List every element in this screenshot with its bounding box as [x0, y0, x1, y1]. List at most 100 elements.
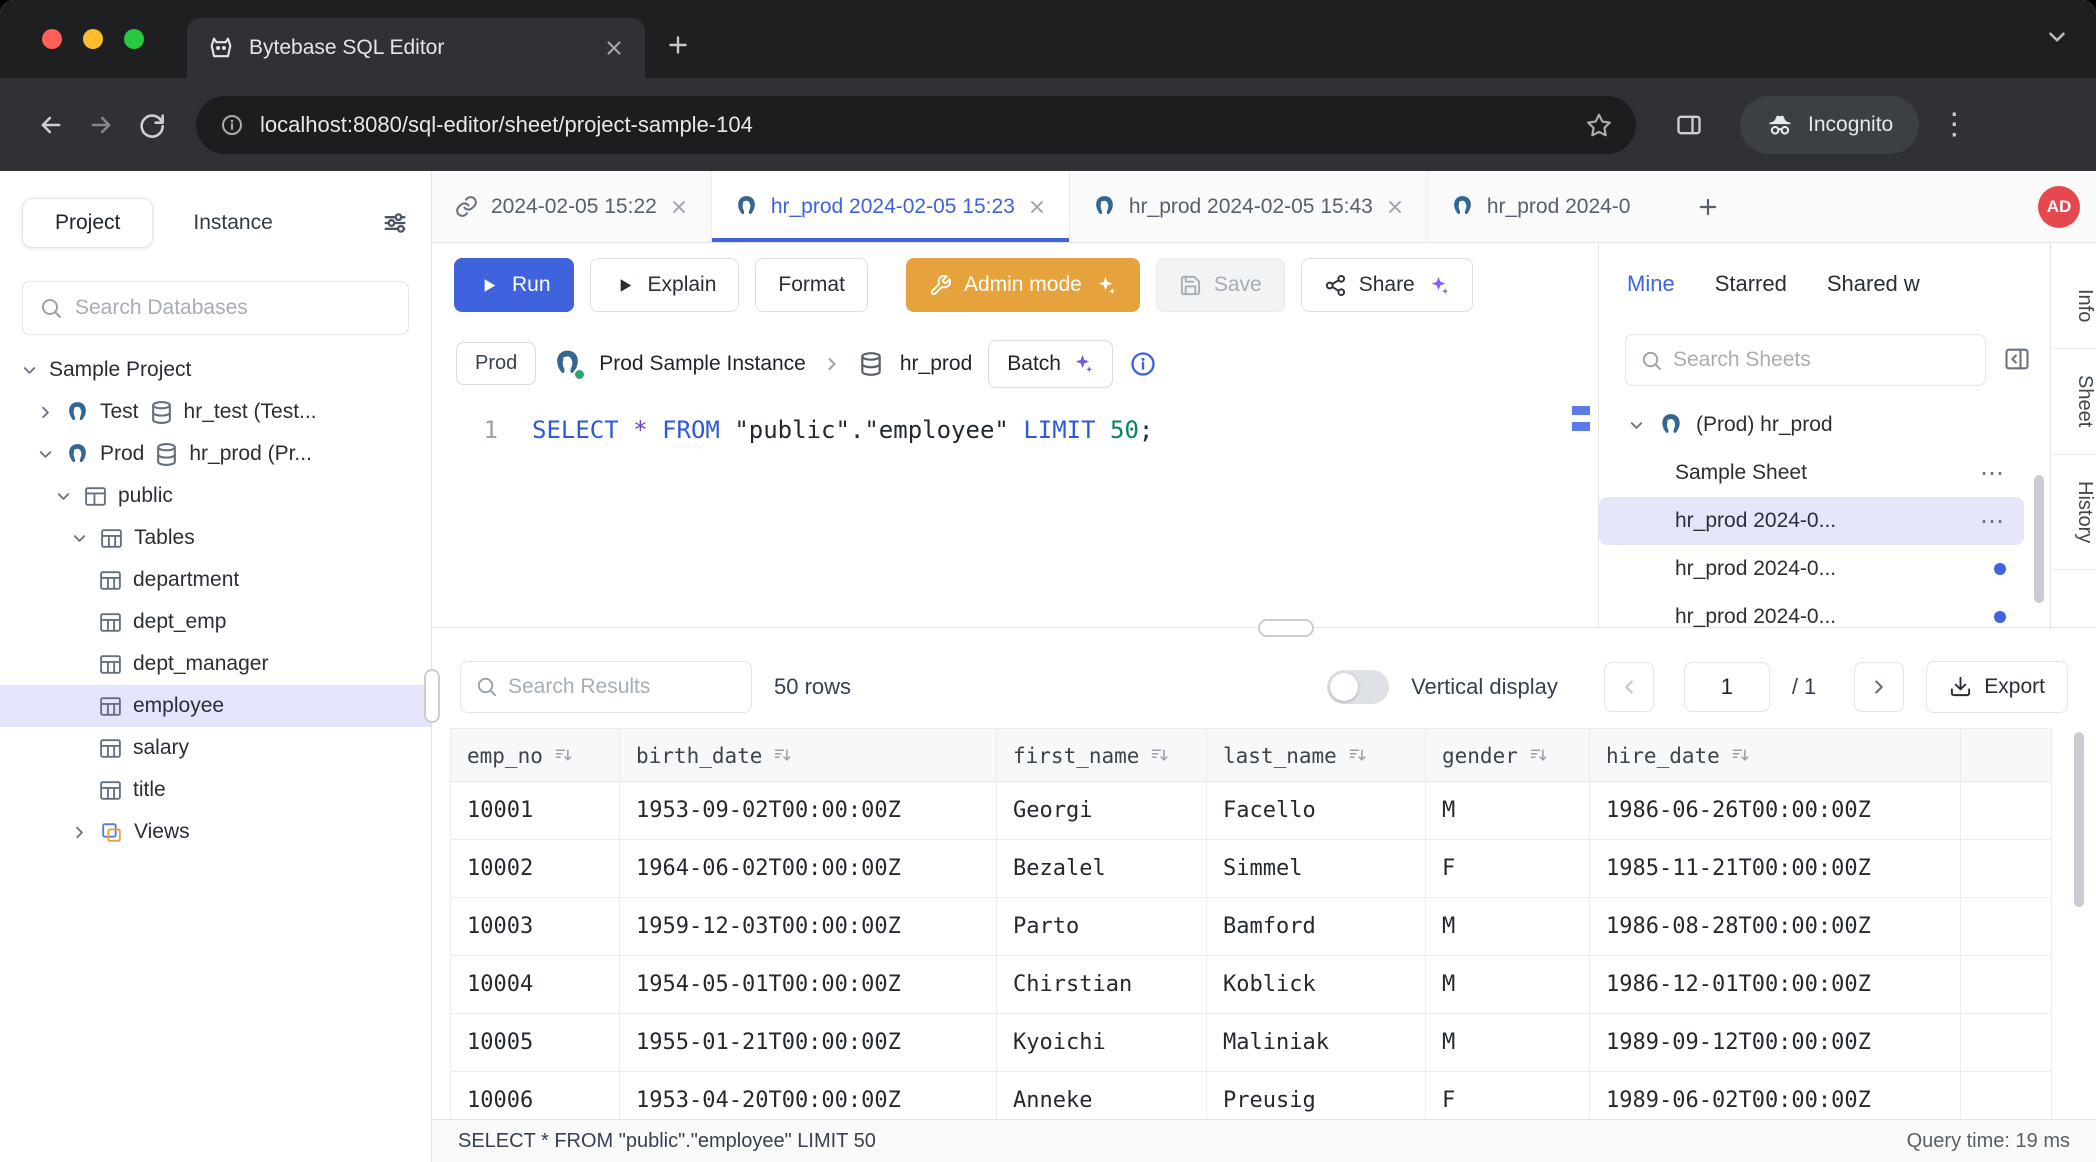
sheet-item[interactable]: Sample Sheet ⋯ [1599, 449, 2024, 497]
table-row[interactable]: 100041954-05-01T00:00:00ZChirstianKoblic… [451, 956, 2052, 1014]
connection-info-icon[interactable] [1129, 350, 1157, 378]
tree-item-table-dept-emp[interactable]: dept_emp [0, 601, 431, 643]
tree-item-schema-public[interactable]: public [0, 475, 431, 517]
tree-item-table-salary[interactable]: salary [0, 727, 431, 769]
back-button[interactable] [26, 100, 76, 150]
close-icon[interactable] [1385, 197, 1405, 217]
instance-name[interactable]: Prod Sample Instance [599, 352, 806, 376]
sheet-item-selected[interactable]: hr_prod 2024-0... ⋯ [1599, 497, 2024, 545]
search-databases-input[interactable] [75, 296, 392, 320]
tree-item-project[interactable]: Sample Project [0, 349, 431, 391]
tree-item-database-test[interactable]: Test hr_test (Test... [0, 391, 431, 433]
new-tab-button[interactable] [651, 18, 705, 72]
database-name[interactable]: hr_prod [900, 352, 972, 376]
page-number-input[interactable] [1684, 662, 1770, 712]
column-header[interactable]: hire_date [1590, 729, 1961, 782]
bookmark-star-icon[interactable] [1586, 112, 1612, 138]
sort-icon[interactable] [1730, 745, 1751, 766]
tree-item-table-employee[interactable]: employee [0, 685, 431, 727]
tree-item-table-department[interactable]: department [0, 559, 431, 601]
chevron-down-icon[interactable] [1627, 416, 1646, 435]
tab-search-chevron-icon[interactable] [2044, 24, 2070, 50]
collapse-panel-icon[interactable] [2002, 345, 2032, 375]
prev-page-button[interactable] [1604, 662, 1654, 712]
column-header[interactable]: emp_no [451, 729, 620, 782]
chevron-down-icon[interactable] [36, 445, 55, 464]
format-button[interactable]: Format [755, 258, 868, 312]
run-button[interactable]: Run [454, 258, 574, 312]
sort-icon[interactable] [1347, 745, 1368, 766]
sheet-item[interactable]: hr_prod 2024-0... [1599, 545, 2024, 593]
window-minimize-button[interactable] [83, 29, 103, 49]
browser-tab-close-icon[interactable] [603, 37, 625, 59]
sort-icon[interactable] [772, 745, 793, 766]
sidebar-resize-handle[interactable] [424, 669, 440, 723]
table-row[interactable]: 100021964-06-02T00:00:00ZBezalelSimmelF1… [451, 840, 2052, 898]
sheet-group-row[interactable]: (Prod) hr_prod [1599, 401, 2024, 449]
share-button[interactable]: Share [1301, 258, 1473, 312]
reload-button[interactable] [126, 100, 176, 150]
batch-button[interactable]: Batch [988, 340, 1113, 388]
column-header[interactable]: last_name [1207, 729, 1426, 782]
rail-tab-info[interactable]: Info [2051, 263, 2096, 349]
chevron-down-icon[interactable] [20, 361, 39, 380]
results-resize-handle[interactable] [1258, 619, 1314, 637]
more-actions-icon[interactable]: ⋯ [1980, 459, 2006, 488]
vertical-display-toggle[interactable] [1327, 670, 1389, 704]
tab-mine[interactable]: Mine [1627, 271, 1675, 297]
column-header[interactable]: first_name [997, 729, 1207, 782]
more-actions-icon[interactable]: ⋯ [1980, 507, 2006, 536]
side-panel-button[interactable] [1664, 100, 1714, 150]
tab-shared[interactable]: Shared w [1827, 271, 1920, 297]
tab-instance[interactable]: Instance [193, 211, 272, 235]
table-row[interactable]: 100061953-04-20T00:00:00ZAnnekePreusigF1… [451, 1072, 2052, 1120]
sheet-tab-1[interactable]: 2024-02-05 15:22 [432, 171, 712, 242]
window-zoom-button[interactable] [124, 29, 144, 49]
tree-item-table-title[interactable]: title [0, 769, 431, 811]
admin-mode-button[interactable]: Admin mode [906, 258, 1140, 312]
tree-item-views[interactable]: Views [0, 811, 431, 853]
chevron-down-icon[interactable] [54, 487, 73, 506]
column-header[interactable]: gender [1426, 729, 1590, 782]
tree-item-tables[interactable]: Tables [0, 517, 431, 559]
rail-tab-history[interactable]: History [2051, 455, 2096, 570]
sheet-tab-4[interactable]: hr_prod 2024-0 [1428, 171, 1680, 242]
window-close-button[interactable] [42, 29, 62, 49]
table-row[interactable]: 100011953-09-02T00:00:00ZGeorgiFacelloM1… [451, 782, 2052, 840]
table-row[interactable]: 100051955-01-21T00:00:00ZKyoichiMaliniak… [451, 1014, 2052, 1072]
forward-button[interactable] [76, 100, 126, 150]
sheet-item[interactable]: hr_prod 2024-0... [1599, 593, 2024, 627]
tab-starred[interactable]: Starred [1715, 271, 1787, 297]
site-info-icon[interactable] [220, 113, 244, 137]
filter-settings-icon[interactable] [381, 209, 409, 237]
table-scrollbar[interactable] [2074, 732, 2084, 907]
browser-menu-button[interactable]: ⋮ [1939, 110, 1969, 140]
tree-item-database-prod[interactable]: Prod hr_prod (Pr... [0, 433, 431, 475]
close-icon[interactable] [1027, 197, 1047, 217]
chevron-down-icon[interactable] [70, 529, 89, 548]
url-bar[interactable]: localhost:8080/sql-editor/sheet/project-… [196, 96, 1636, 154]
column-header[interactable]: birth_date [620, 729, 997, 782]
save-button[interactable]: Save [1156, 258, 1285, 312]
next-page-button[interactable] [1854, 662, 1904, 712]
sheet-list-scrollbar[interactable] [2034, 475, 2044, 603]
tab-project[interactable]: Project [22, 198, 153, 248]
export-button[interactable]: Export [1926, 661, 2068, 713]
sql-editor[interactable]: 1 SELECT * FROM "public"."employee" LIMI… [432, 400, 1598, 627]
sheet-tab-3[interactable]: hr_prod 2024-02-05 15:43 [1070, 171, 1428, 242]
user-avatar[interactable]: AD [2038, 186, 2080, 228]
search-sheets-input[interactable] [1673, 348, 1971, 372]
sort-icon[interactable] [553, 745, 574, 766]
sort-icon[interactable] [1149, 745, 1170, 766]
sheet-tab-2-active[interactable]: hr_prod 2024-02-05 15:23 [712, 171, 1070, 242]
rail-tab-sheet[interactable]: Sheet [2051, 349, 2096, 454]
chevron-right-icon[interactable] [36, 403, 55, 422]
sort-icon[interactable] [1528, 745, 1549, 766]
explain-button[interactable]: Explain [590, 258, 740, 312]
browser-tab[interactable]: Bytebase SQL Editor [187, 18, 645, 78]
search-results-input[interactable] [508, 675, 737, 699]
tree-item-table-dept-manager[interactable]: dept_manager [0, 643, 431, 685]
table-row[interactable]: 100031959-12-03T00:00:00ZPartoBamfordM19… [451, 898, 2052, 956]
chevron-right-icon[interactable] [70, 823, 89, 842]
new-sheet-tab-button[interactable] [1680, 171, 1736, 242]
